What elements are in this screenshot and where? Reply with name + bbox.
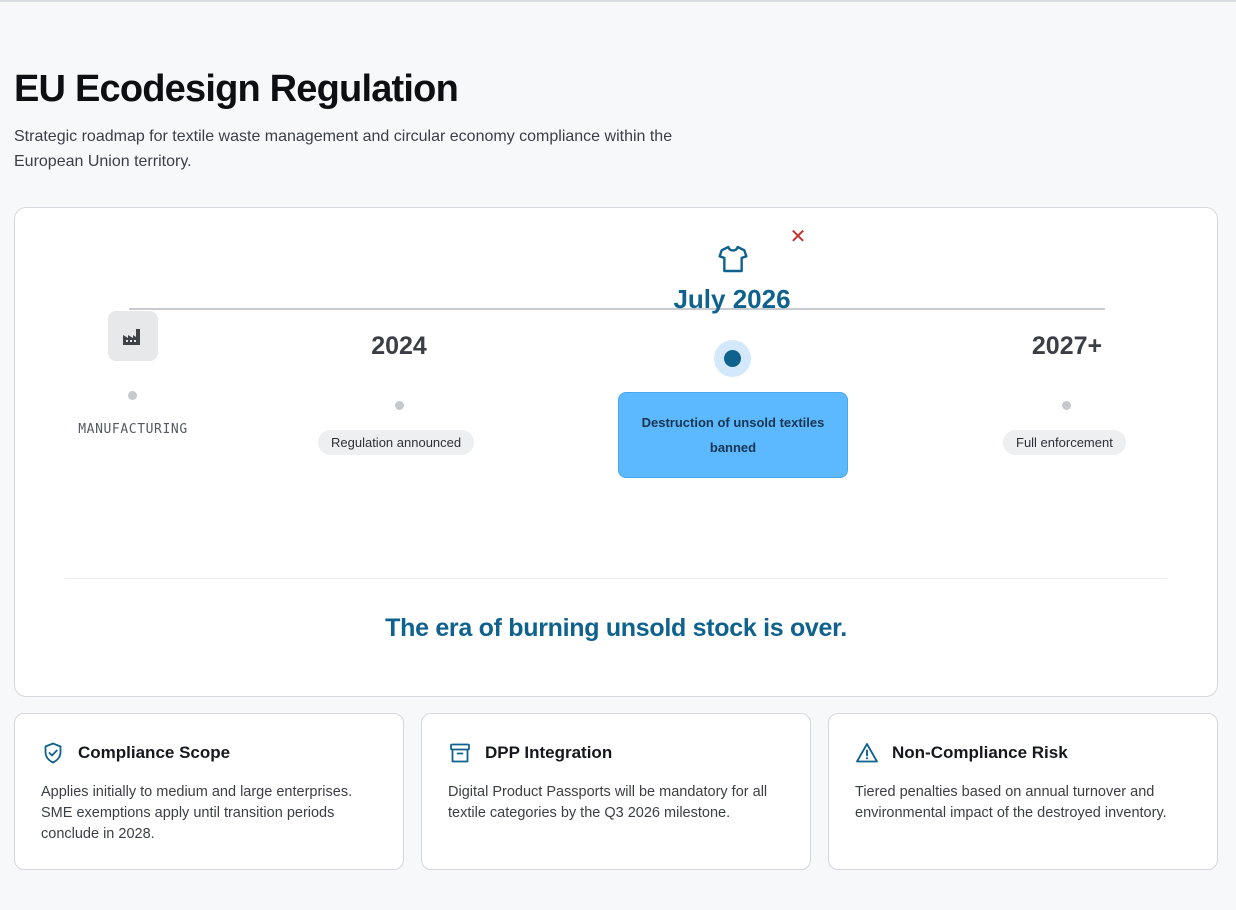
timeline-card: MANUFACTURING 2024 Regulation announced … [14,207,1218,697]
card-body: Digital Product Passports will be mandat… [448,784,768,821]
card-title: Compliance Scope [78,743,231,762]
card-title: DPP Integration [485,743,613,762]
milestone-year-2024: 2024 [371,332,427,360]
milestone-year-july-2026: July 2026 [673,284,791,314]
card-non-compliance-risk: Non-Compliance Risk Tiered penalties bas… [828,713,1218,870]
shield-check-icon [44,742,62,764]
milestone-pill-2024: Regulation announced [318,430,475,455]
milestone-pill-2027: Full enforcement [1003,430,1126,455]
page-subtitle: Strategic roadmap for textile waste mana… [14,128,673,170]
page-title: EU Ecodesign Regulation [14,68,459,110]
card-body: Tiered penalties based on annual turnove… [855,784,1167,821]
manufacturing-label: MANUFACTURING [78,422,188,437]
milestone-highlight-card[interactable]: Destruction of unsold textiles banned [618,392,848,478]
factory-icon [108,311,158,361]
timeline-tagline: The era of burning unsold stock is over. [385,614,847,642]
timeline-dot-active [714,340,751,377]
close-icon[interactable]: ✕ [787,226,809,248]
top-rule [0,0,1236,2]
shirt-icon [718,245,748,273]
timeline-dot-2024 [395,401,404,410]
card-compliance-scope: Compliance Scope Applies initially to me… [14,713,404,870]
timeline-dot-active-core [724,350,741,367]
card-title: Non-Compliance Risk [892,743,1068,762]
archive-box-icon [450,743,470,763]
timeline-dot-2027 [1062,401,1071,410]
milestone-year-2027: 2027+ [1031,332,1103,360]
timeline-line [129,308,1105,310]
warning-triangle-icon [856,743,878,763]
timeline-dot-manufacturing [128,391,137,400]
card-body: Applies initially to medium and large en… [41,784,353,842]
milestone-highlight-label: Destruction of unsold textiles banned [641,415,825,455]
timeline-divider [65,578,1167,579]
card-dpp-integration: DPP Integration Digital Product Passport… [421,713,811,870]
